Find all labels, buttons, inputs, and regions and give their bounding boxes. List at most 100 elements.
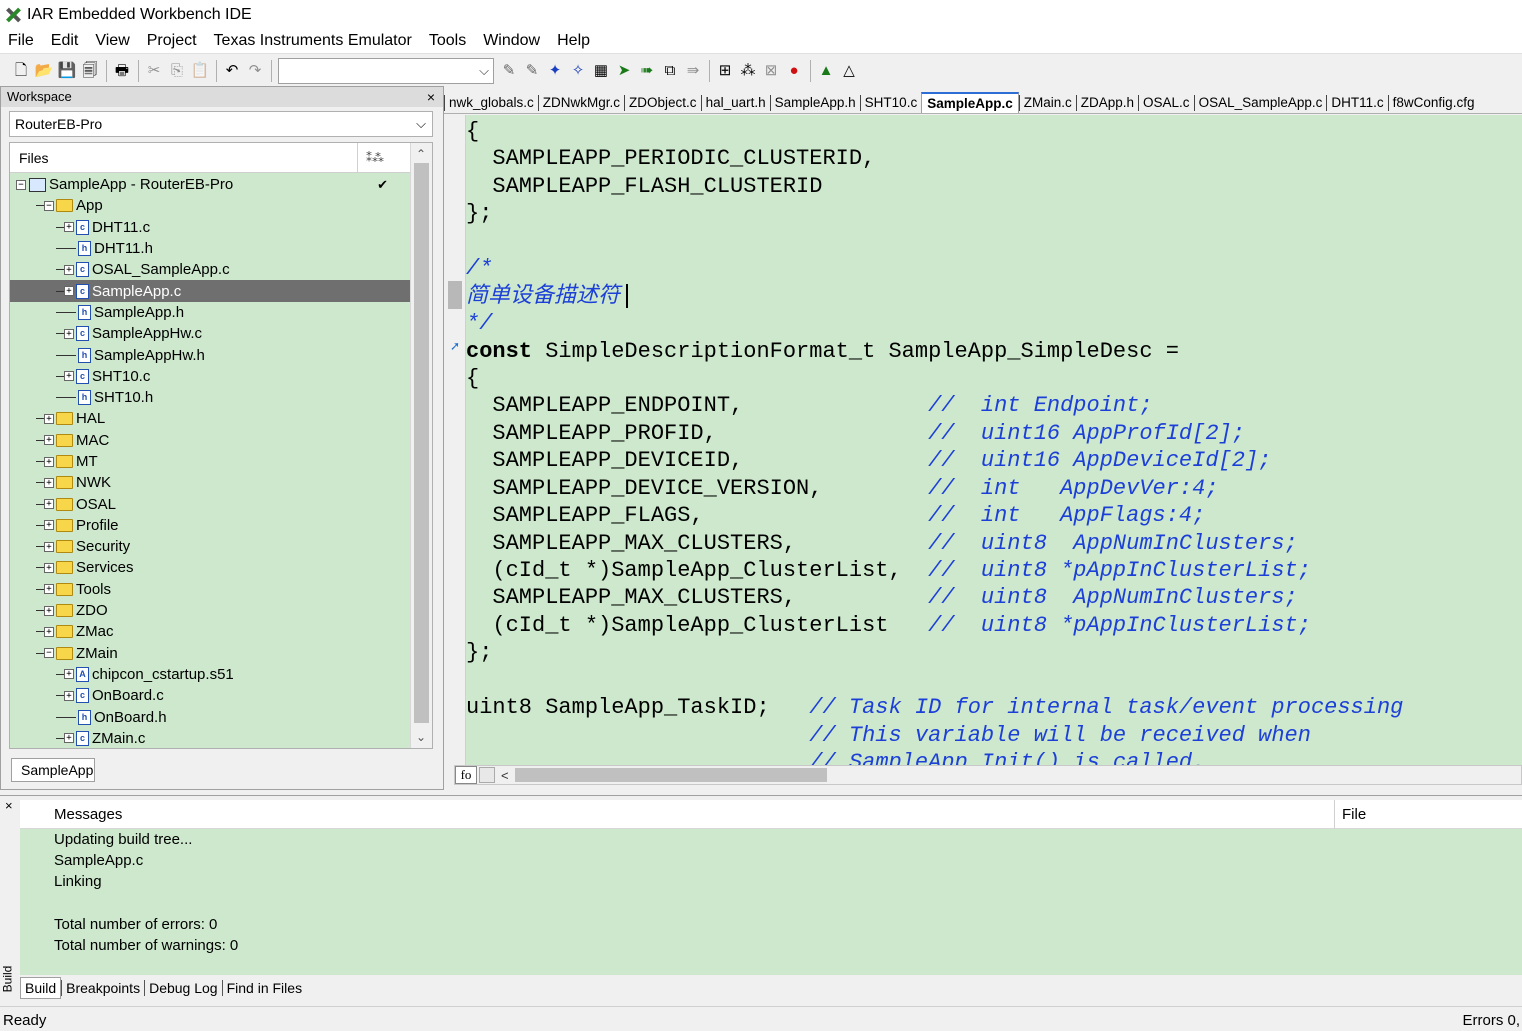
replace-icon[interactable]: ✧: [567, 60, 589, 82]
code-line[interactable]: SAMPLEAPP_MAX_CLUSTERS, // uint8 AppNumI…: [466, 584, 1403, 611]
tab-debug-log[interactable]: Debug Log: [144, 980, 222, 996]
open-icon[interactable]: 📂: [33, 60, 55, 82]
tab-breakpoints[interactable]: Breakpoints: [61, 980, 144, 996]
tree-item[interactable]: + ZDO: [10, 600, 410, 621]
tab-sampleapp-c[interactable]: SampleApp.c: [921, 92, 1019, 113]
tab-zdobject-c[interactable]: ZDObject.c: [624, 94, 701, 111]
code-line[interactable]: (cId_t *)SampleApp_ClusterList, // uint8…: [466, 557, 1403, 584]
tree-item[interactable]: + c DHT11.c: [10, 217, 410, 238]
code-line[interactable]: SAMPLEAPP_FLAGS, // int AppFlags:4;: [466, 502, 1403, 529]
tree-item[interactable]: + c SHT10.c: [10, 366, 410, 387]
close-icon[interactable]: ×: [5, 798, 13, 813]
chevron-down-icon[interactable]: ⌵: [416, 112, 426, 136]
expand-icon[interactable]: +: [64, 690, 74, 701]
scrollbar-thumb[interactable]: [514, 768, 827, 782]
code-area[interactable]: ➚ { SAMPLEAPP_PERIODIC_CLUSTERID, SAMPLE…: [444, 115, 1522, 765]
expand-icon[interactable]: +: [44, 435, 54, 446]
code-line[interactable]: (cId_t *)SampleApp_ClusterList // uint8 …: [466, 612, 1403, 639]
tree-item[interactable]: + Profile: [10, 515, 410, 536]
tree-item[interactable]: h SampleAppHw.h: [10, 344, 410, 365]
close-icon[interactable]: ×: [427, 87, 435, 107]
tab-nwk-globals-c[interactable]: nwk_globals.c: [444, 94, 538, 111]
browse-icon[interactable]: ⇛: [682, 60, 704, 82]
expand-icon[interactable]: +: [44, 562, 54, 573]
column-divider[interactable]: [1334, 800, 1335, 829]
new-file-icon[interactable]: 🗋: [10, 60, 32, 82]
toggle-bookmark-icon[interactable]: ✎: [498, 60, 520, 82]
toggle-breakpoint-icon[interactable]: ●: [783, 60, 805, 82]
files-column-header[interactable]: Files: [10, 143, 358, 172]
chevron-down-icon[interactable]: ⌵: [479, 63, 489, 79]
code-line[interactable]: uint8 SampleApp_TaskID; // Task ID for i…: [466, 694, 1403, 721]
menu-window[interactable]: Window: [483, 32, 540, 50]
menu-file[interactable]: File: [8, 32, 34, 50]
tree-item[interactable]: + MAC: [10, 430, 410, 451]
code-line[interactable]: [466, 667, 1403, 694]
code-line[interactable]: SAMPLEAPP_ENDPOINT, // int Endpoint;: [466, 392, 1403, 419]
find-icon[interactable]: ✦: [544, 60, 566, 82]
navigate-forward-icon[interactable]: ➠: [636, 60, 658, 82]
tab-sht10-c[interactable]: SHT10.c: [859, 94, 922, 111]
code-line[interactable]: SAMPLEAPP_DEVICEID, // uint16 AppDeviceI…: [466, 447, 1403, 474]
expand-icon[interactable]: +: [44, 456, 54, 467]
collapse-icon[interactable]: −: [44, 648, 54, 659]
collapse-icon[interactable]: −: [16, 179, 26, 190]
tab-dht11-c[interactable]: DHT11.c: [1326, 94, 1387, 111]
tab-osal-sampleapp-c[interactable]: OSAL_SampleApp.c: [1193, 94, 1327, 111]
debug-icon[interactable]: ▲: [815, 60, 837, 82]
paste-icon[interactable]: 📋: [189, 60, 211, 82]
tree-item[interactable]: − App: [10, 195, 410, 216]
expand-icon[interactable]: +: [44, 605, 54, 616]
tab-build[interactable]: Build: [20, 977, 62, 999]
navigate-back-icon[interactable]: ➤: [613, 60, 635, 82]
horizontal-scrollbar[interactable]: fo <: [454, 765, 1522, 785]
scroll-up-icon[interactable]: ⌃: [416, 147, 426, 161]
tree-item[interactable]: + c SampleApp.c: [10, 280, 410, 302]
tree-item[interactable]: − ZMain: [10, 643, 410, 664]
expand-icon[interactable]: +: [64, 264, 74, 275]
compile-icon[interactable]: ⊞: [714, 60, 736, 82]
editor-gutter[interactable]: ➚: [444, 115, 466, 765]
tree-item[interactable]: + c OSAL_SampleApp.c: [10, 259, 410, 280]
code-line[interactable]: // This variable will be received when: [466, 722, 1403, 749]
configuration-select[interactable]: RouterEB-Pro ⌵: [9, 111, 433, 137]
tab-zdapp-h[interactable]: ZDApp.h: [1075, 94, 1138, 111]
expand-icon[interactable]: +: [64, 733, 74, 744]
tree-item[interactable]: + c OnBoard.c: [10, 685, 410, 706]
copy-icon[interactable]: ⎘: [166, 60, 188, 82]
make-icon[interactable]: ⁂: [737, 60, 759, 82]
multi-file-icon[interactable]: ⧉: [659, 60, 681, 82]
code-line[interactable]: // SampleApp_Init() is called.: [466, 749, 1403, 765]
tree-item[interactable]: + NWK: [10, 472, 410, 493]
save-all-icon[interactable]: 🗐: [79, 60, 101, 82]
code-line[interactable]: [466, 228, 1403, 255]
scroll-down-icon[interactable]: ⌄: [416, 730, 426, 744]
expand-icon[interactable]: +: [64, 669, 74, 680]
code-line[interactable]: const SimpleDescriptionFormat_t SampleAp…: [466, 338, 1403, 365]
expand-icon[interactable]: +: [64, 328, 74, 339]
message-line[interactable]: Linking: [54, 873, 102, 890]
tab-sampleapp-h[interactable]: SampleApp.h: [769, 94, 860, 111]
message-line[interactable]: Total number of warnings: 0: [54, 937, 238, 954]
code-line[interactable]: SAMPLEAPP_PROFID, // uint16 AppProfId[2]…: [466, 420, 1403, 447]
expand-icon[interactable]: +: [44, 541, 54, 552]
menu-edit[interactable]: Edit: [51, 32, 79, 50]
expand-icon[interactable]: +: [64, 286, 74, 297]
expand-icon[interactable]: +: [44, 626, 54, 637]
tree-item[interactable]: + ZMac: [10, 621, 410, 642]
tree-item[interactable]: h DHT11.h: [10, 238, 410, 259]
split-box[interactable]: [479, 767, 495, 783]
menu-help[interactable]: Help: [557, 32, 590, 50]
stop-build-icon[interactable]: ⊠: [760, 60, 782, 82]
function-list-button[interactable]: fo: [455, 766, 477, 784]
messages-column-header[interactable]: Messages: [54, 806, 122, 823]
tab-sampleapp[interactable]: SampleApp: [11, 758, 95, 782]
expand-icon[interactable]: +: [44, 584, 54, 595]
message-line[interactable]: Total number of errors: 0: [54, 916, 217, 933]
tab-zmain-c[interactable]: ZMain.c: [1018, 94, 1076, 111]
save-icon[interactable]: 💾: [56, 60, 78, 82]
tree-item[interactable]: + HAL: [10, 408, 410, 429]
tree-item[interactable]: + c ZMain.c: [10, 728, 410, 748]
tree-item[interactable]: − SampleApp - RouterEB-Pro ✔: [10, 174, 410, 195]
code-line[interactable]: */: [466, 310, 1403, 337]
